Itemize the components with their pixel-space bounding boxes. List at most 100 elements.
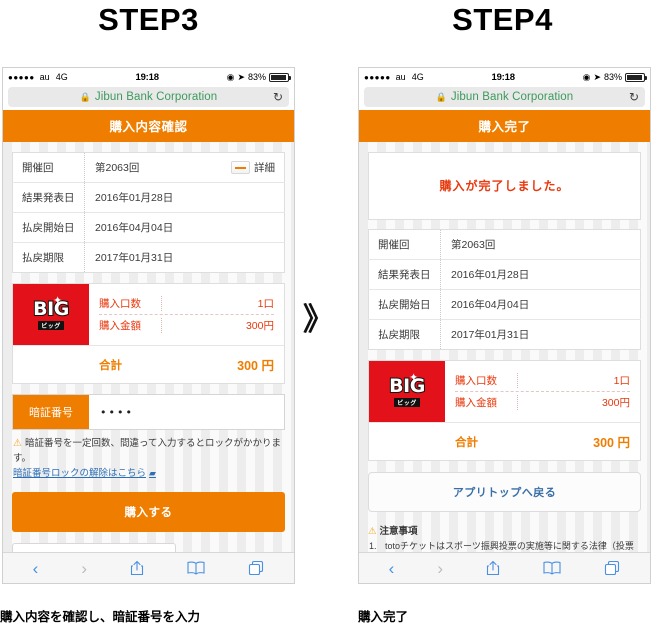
- network-label: 4G: [411, 72, 424, 82]
- row-value: 2016年04月04日: [440, 289, 641, 320]
- row-label: 結果発表日: [22, 192, 75, 204]
- row-label: 開催回: [22, 162, 54, 174]
- purchase-button[interactable]: 購入する: [12, 492, 285, 533]
- battery-icon: [269, 72, 291, 82]
- clock-label: 19:18: [491, 71, 515, 83]
- divider: [517, 373, 518, 388]
- pin-field-label: 暗証番号: [13, 395, 89, 429]
- big-logo-sub: ビッグ: [38, 320, 64, 330]
- purchase-line: 購入金額 300円: [455, 391, 630, 413]
- tabs-icon[interactable]: [248, 560, 264, 576]
- safari-url-bar[interactable]: 🔒 Jibun Bank Corporation ↻: [3, 86, 294, 110]
- battery-icon: [625, 72, 647, 82]
- spark-icon: ✦: [53, 295, 63, 307]
- minus-icon[interactable]: [231, 161, 250, 174]
- event-info-table-step3: 開催回 第2063回 詳細 結果発表日 2016年01月28日 払戻開始日 20…: [12, 152, 285, 273]
- table-row: 結果発表日 2016年01月28日: [12, 182, 285, 213]
- location-arrow-icon: ➤: [593, 71, 601, 82]
- big-logo-word: BIG: [32, 297, 70, 320]
- share-icon[interactable]: [130, 560, 144, 576]
- share-icon[interactable]: [486, 560, 500, 576]
- phone-screenshot-step4: ●●●●● au 4G 19:18 ◉ ➤ 83% 🔒 Jibun Bank C…: [358, 67, 651, 584]
- table-row: 払戻開始日 2016年04月04日: [368, 289, 641, 320]
- detail-toggle[interactable]: 詳細: [225, 153, 285, 183]
- pin-lock-note: ⚠ 暗証番号を一定回数、間違って入力するとロックがかかります。 暗証番号ロックの解…: [12, 437, 285, 481]
- carrier-label: au: [39, 72, 50, 82]
- signal-dots-icon: ●●●●●: [8, 72, 35, 82]
- row-label: 払戻期限: [378, 329, 420, 341]
- purchase-line-label: 購入口数: [99, 298, 141, 310]
- purchase-line-value: 1口: [613, 375, 630, 387]
- bookmarks-icon[interactable]: [187, 561, 205, 575]
- purchase-line-value: 300円: [601, 397, 630, 409]
- network-label: 4G: [55, 72, 68, 82]
- divider: [161, 318, 162, 333]
- caption-step4: 購入完了: [358, 610, 409, 624]
- alarm-icon: ◉: [226, 71, 235, 82]
- page-content-step3: 開催回 第2063回 詳細 結果発表日 2016年01月28日 払戻開始日 20…: [3, 142, 294, 583]
- battery-percent-label: 83%: [247, 72, 266, 82]
- ios-status-bar: ●●●●● au 4G 19:18 ◉ ➤ 83%: [3, 68, 294, 86]
- table-row: 結果発表日 2016年01月28日: [368, 259, 641, 290]
- purchase-line: 購入口数 1口: [99, 293, 274, 314]
- battery-percent-label: 83%: [603, 72, 622, 82]
- row-value: 2016年01月28日: [84, 182, 285, 213]
- table-row: 払戻開始日 2016年04月04日: [12, 212, 285, 243]
- reload-icon[interactable]: ↻: [273, 91, 283, 103]
- lock-icon: 🔒: [79, 91, 91, 102]
- tabs-icon[interactable]: [604, 560, 620, 576]
- pin-input[interactable]: [89, 395, 284, 429]
- row-label: 開催回: [378, 239, 410, 251]
- forward-arrow-icon: ›: [437, 558, 444, 578]
- warning-icon: ⚠: [368, 526, 377, 537]
- purchase-summary-card-step4: ✦ BIG ビッグ 購入口数 1口 購入金額 300円 合計 300 円: [368, 360, 641, 461]
- signal-dots-icon: ●●●●●: [364, 72, 391, 82]
- pin-unlock-link[interactable]: 暗証番号ロックの解除はこちら ▰: [13, 467, 285, 481]
- external-link-icon: ▰: [149, 468, 156, 479]
- caption-step3: 購入内容を確認し、暗証番号を入力: [0, 610, 201, 624]
- purchase-line-label: 購入口数: [455, 375, 497, 387]
- safari-bottom-toolbar: ‹ ›: [359, 552, 650, 583]
- row-label: 払戻期限: [22, 252, 64, 264]
- event-info-table-step4: 開催回 第2063回 結果発表日 2016年01月28日 払戻開始日 2016年…: [368, 229, 641, 350]
- page-header-step3: 購入内容確認: [3, 110, 294, 142]
- total-row-step3: 合計 300 円: [13, 345, 284, 383]
- carrier-label: au: [395, 72, 406, 82]
- app-top-button[interactable]: アプリトップへ戻る: [368, 472, 641, 512]
- bookmarks-icon[interactable]: [543, 561, 561, 575]
- total-row-step4: 合計 300 円: [369, 422, 640, 460]
- divider: [517, 395, 518, 410]
- table-row: 開催回 第2063回: [368, 229, 641, 260]
- page-header-step4: 購入完了: [359, 110, 650, 142]
- safari-url-bar[interactable]: 🔒 Jibun Bank Corporation ↻: [359, 86, 650, 110]
- caution-title-row: ⚠ 注意事項: [368, 523, 641, 537]
- total-value: 300 円: [237, 359, 274, 373]
- reload-icon[interactable]: ↻: [629, 91, 639, 103]
- row-value: 第2063回: [440, 229, 641, 260]
- page-content-step4: 購入が完了しました。 開催回 第2063回 結果発表日 2016年01月28日 …: [359, 142, 650, 583]
- row-value: 第2063回: [84, 152, 225, 183]
- pin-field-group[interactable]: 暗証番号: [12, 394, 285, 430]
- purchase-line-label: 購入金額: [455, 397, 497, 409]
- back-arrow-icon[interactable]: ‹: [33, 560, 39, 577]
- purchase-line: 購入金額 300円: [99, 314, 274, 336]
- row-value: 2017年01月31日: [84, 242, 285, 273]
- row-value: 2016年01月28日: [440, 259, 641, 290]
- purchase-line-value: 1口: [257, 298, 274, 310]
- purchase-line-label: 購入金額: [99, 320, 141, 332]
- big-logo: ✦ BIG ビッグ: [369, 361, 445, 422]
- row-label: 払戻開始日: [22, 222, 75, 234]
- detail-label: 詳細: [254, 162, 275, 174]
- row-value: 2016年04月04日: [84, 212, 285, 243]
- location-arrow-icon: ➤: [237, 71, 245, 82]
- step-arrow-icon: 》: [303, 302, 334, 338]
- back-arrow-icon[interactable]: ‹: [389, 560, 395, 577]
- url-host-label: Jibun Bank Corporation: [94, 91, 218, 103]
- table-row: 開催回 第2063回 詳細: [12, 152, 285, 183]
- step3-heading: STEP3: [98, 2, 199, 37]
- warning-icon: ⚠: [13, 438, 22, 449]
- row-value: 2017年01月31日: [440, 319, 641, 350]
- pin-lock-note-text: 暗証番号を一定回数、間違って入力するとロックがかかります。: [13, 438, 281, 464]
- table-row: 払戻期限 2017年01月31日: [13, 242, 285, 273]
- big-logo: ✦ BIG ビッグ: [13, 284, 89, 345]
